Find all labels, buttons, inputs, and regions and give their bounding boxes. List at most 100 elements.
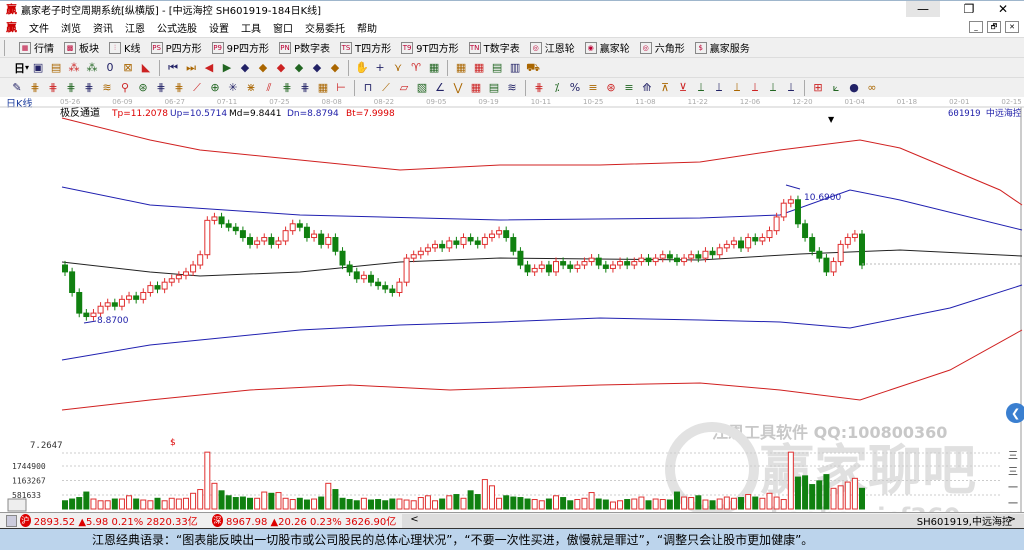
drawing-tool-icon[interactable]: ⊛ bbox=[136, 81, 150, 95]
drawing-tool-icon[interactable]: ⊻ bbox=[676, 81, 690, 95]
drawing-tool-icon[interactable]: ≡ bbox=[586, 81, 600, 95]
mdi-close-button[interactable]: ✕ bbox=[1005, 21, 1019, 33]
drawing-tool-icon[interactable]: ⋕ bbox=[64, 81, 78, 95]
drawing-tool-icon[interactable]: ⋕ bbox=[46, 81, 60, 95]
chart-tool-icon[interactable]: ♈ bbox=[409, 61, 423, 75]
toolbar-button-9[interactable]: ◎ 江恩轮 bbox=[529, 40, 575, 55]
drawing-tool-icon[interactable]: ∠ bbox=[433, 81, 447, 95]
chart-tool-icon[interactable]: ⏭ bbox=[184, 61, 198, 75]
drawing-tool-icon[interactable]: ⋕ bbox=[532, 81, 546, 95]
menu-0[interactable]: 文件 bbox=[29, 20, 49, 35]
drawing-tool-icon[interactable]: ▧ bbox=[415, 81, 429, 95]
toolbar-button-8[interactable]: TN T数字表 bbox=[468, 40, 520, 55]
chart-tool-icon[interactable]: ▦ bbox=[472, 61, 486, 75]
menu-3[interactable]: 江恩 bbox=[125, 20, 145, 35]
menu-8[interactable]: 交易委托 bbox=[305, 20, 345, 35]
drawing-tool-icon[interactable]: ⊼ bbox=[658, 81, 672, 95]
chart-tool-icon[interactable]: ◆ bbox=[310, 61, 324, 75]
menu-9[interactable]: 帮助 bbox=[357, 20, 377, 35]
drawing-tool-icon[interactable]: ▤ bbox=[487, 81, 501, 95]
toolbar-button-7[interactable]: T9 9T四方形 bbox=[401, 40, 459, 55]
toolbar-button-0[interactable]: ▦ 行情 bbox=[19, 40, 54, 55]
drawing-tool-icon[interactable]: ▦ bbox=[469, 81, 483, 95]
toolbar-button-12[interactable]: $ 赢家服务 bbox=[694, 40, 750, 55]
drawing-tool-icon[interactable]: ⟘ bbox=[712, 81, 726, 95]
drawing-tool-icon[interactable]: ▱ bbox=[397, 81, 411, 95]
toolbar-button-11[interactable]: ◎ 六角形 bbox=[639, 40, 685, 55]
calculator-icon[interactable] bbox=[6, 514, 17, 527]
chart-tool-icon[interactable]: ⏮ bbox=[166, 61, 180, 75]
drawing-tool-icon[interactable]: ● bbox=[847, 81, 861, 95]
menu-6[interactable]: 工具 bbox=[241, 20, 261, 35]
drawing-tool-icon[interactable]: ⊛ bbox=[604, 81, 618, 95]
chart-tool-icon[interactable]: ▤ bbox=[49, 61, 63, 75]
drawing-tool-icon[interactable]: % bbox=[568, 81, 582, 95]
chart-tool-icon[interactable]: ◆ bbox=[256, 61, 270, 75]
drawing-tool-icon[interactable]: ⋕ bbox=[280, 81, 294, 95]
period-select[interactable]: 日 bbox=[14, 60, 25, 76]
menu-4[interactable]: 公式选股 bbox=[157, 20, 197, 35]
drawing-tool-icon[interactable]: ⋕ bbox=[154, 81, 168, 95]
chart-tool-icon[interactable]: + bbox=[373, 61, 387, 75]
toolbar-button-10[interactable]: ◉ 赢家轮 bbox=[584, 40, 630, 55]
close-button[interactable]: ✕ bbox=[986, 1, 1020, 18]
drawing-tool-icon[interactable]: ⟘ bbox=[748, 81, 762, 95]
panel-scale-button[interactable]: 一 bbox=[1008, 499, 1018, 510]
chart-tool-icon[interactable]: ▥ bbox=[508, 61, 522, 75]
drawing-tool-icon[interactable]: ⋇ bbox=[244, 81, 258, 95]
drawing-tool-icon[interactable]: ⊞ bbox=[811, 81, 825, 95]
chart-tool-icon[interactable]: ◀ bbox=[202, 61, 216, 75]
drawing-tool-icon[interactable]: ⁒ bbox=[550, 81, 564, 95]
drawing-tool-icon[interactable]: ▦ bbox=[316, 81, 330, 95]
chart-tool-icon[interactable]: ▶ bbox=[220, 61, 234, 75]
toolbar-button-5[interactable]: PN P数字表 bbox=[279, 40, 330, 55]
drawing-tool-icon[interactable]: ≡ bbox=[622, 81, 636, 95]
chart-tool-icon[interactable]: ◆ bbox=[274, 61, 288, 75]
chart-tool-icon[interactable]: ⛟ bbox=[526, 61, 540, 75]
chart-tool-icon[interactable]: ◆ bbox=[292, 61, 306, 75]
maximize-button[interactable]: ❐ bbox=[952, 1, 986, 18]
drawing-tool-icon[interactable]: ∞ bbox=[865, 81, 879, 95]
menu-2[interactable]: 资讯 bbox=[93, 20, 113, 35]
chart-tool-icon[interactable]: ⁂ bbox=[67, 61, 81, 75]
drawing-tool-icon[interactable]: ✳ bbox=[226, 81, 240, 95]
chart-tool-icon[interactable]: ▣ bbox=[31, 61, 45, 75]
drawing-tool-icon[interactable]: ⟘ bbox=[694, 81, 708, 95]
menu-7[interactable]: 窗口 bbox=[273, 20, 293, 35]
drawing-tool-icon[interactable]: ⟘ bbox=[730, 81, 744, 95]
scroll-left-button[interactable]: < bbox=[410, 514, 418, 528]
toolbar-button-3[interactable]: PS P四方形 bbox=[150, 40, 202, 55]
chart-tool-icon[interactable]: ⊠ bbox=[121, 61, 135, 75]
chart-tool-icon[interactable]: ▦ bbox=[454, 61, 468, 75]
drawing-tool-icon[interactable]: ⋕ bbox=[82, 81, 96, 95]
menu-5[interactable]: 设置 bbox=[209, 20, 229, 35]
toolbar-button-2[interactable]: ⫶ K线 bbox=[109, 40, 141, 55]
drawing-tool-icon[interactable]: ✎ bbox=[10, 81, 24, 95]
drawing-tool-icon[interactable]: ⋕ bbox=[28, 81, 42, 95]
chart-tool-icon[interactable]: ▤ bbox=[490, 61, 504, 75]
drawing-tool-icon[interactable]: ⋕ bbox=[172, 81, 186, 95]
drawing-tool-icon[interactable]: ⟋ bbox=[190, 81, 204, 95]
drawing-tool-icon[interactable]: ⟘ bbox=[766, 81, 780, 95]
drawing-tool-icon[interactable]: ⟀ bbox=[829, 81, 843, 95]
toolbar-button-4[interactable]: P9 9P四方形 bbox=[211, 40, 269, 55]
chart-tool-icon[interactable]: ◆ bbox=[328, 61, 342, 75]
panel-scale-button[interactable]: 一 bbox=[1008, 483, 1018, 494]
drawing-tool-icon[interactable]: ⚲ bbox=[118, 81, 132, 95]
mdi-restore-button[interactable]: 🗗 bbox=[987, 21, 1001, 33]
chart-tool-icon[interactable]: 0 bbox=[103, 61, 117, 75]
drawing-tool-icon[interactable]: ⟰ bbox=[640, 81, 654, 95]
chart-tool-icon[interactable]: ⋎ bbox=[391, 61, 405, 75]
drawing-tool-icon[interactable]: ⊕ bbox=[208, 81, 222, 95]
mdi-minimize-button[interactable]: _ bbox=[969, 21, 983, 33]
drawing-tool-icon[interactable]: ⋁ bbox=[451, 81, 465, 95]
drawing-tool-icon[interactable]: ⊢ bbox=[334, 81, 348, 95]
chart-tool-icon[interactable]: ⁂ bbox=[85, 61, 99, 75]
toolbar-button-1[interactable]: ▩ 板块 bbox=[64, 40, 99, 55]
drawing-tool-icon[interactable]: ≋ bbox=[505, 81, 519, 95]
chart-tool-icon[interactable]: ◣ bbox=[139, 61, 153, 75]
kline-chart[interactable]: 日K线 05-26 06-09 06-27 07-11 07-25 08-08 08-22 09… bbox=[0, 97, 1024, 512]
drawing-tool-icon[interactable]: ≋ bbox=[100, 81, 114, 95]
minimize-button[interactable]: — bbox=[906, 1, 940, 18]
drawing-tool-icon[interactable]: ⫽ bbox=[262, 81, 276, 95]
